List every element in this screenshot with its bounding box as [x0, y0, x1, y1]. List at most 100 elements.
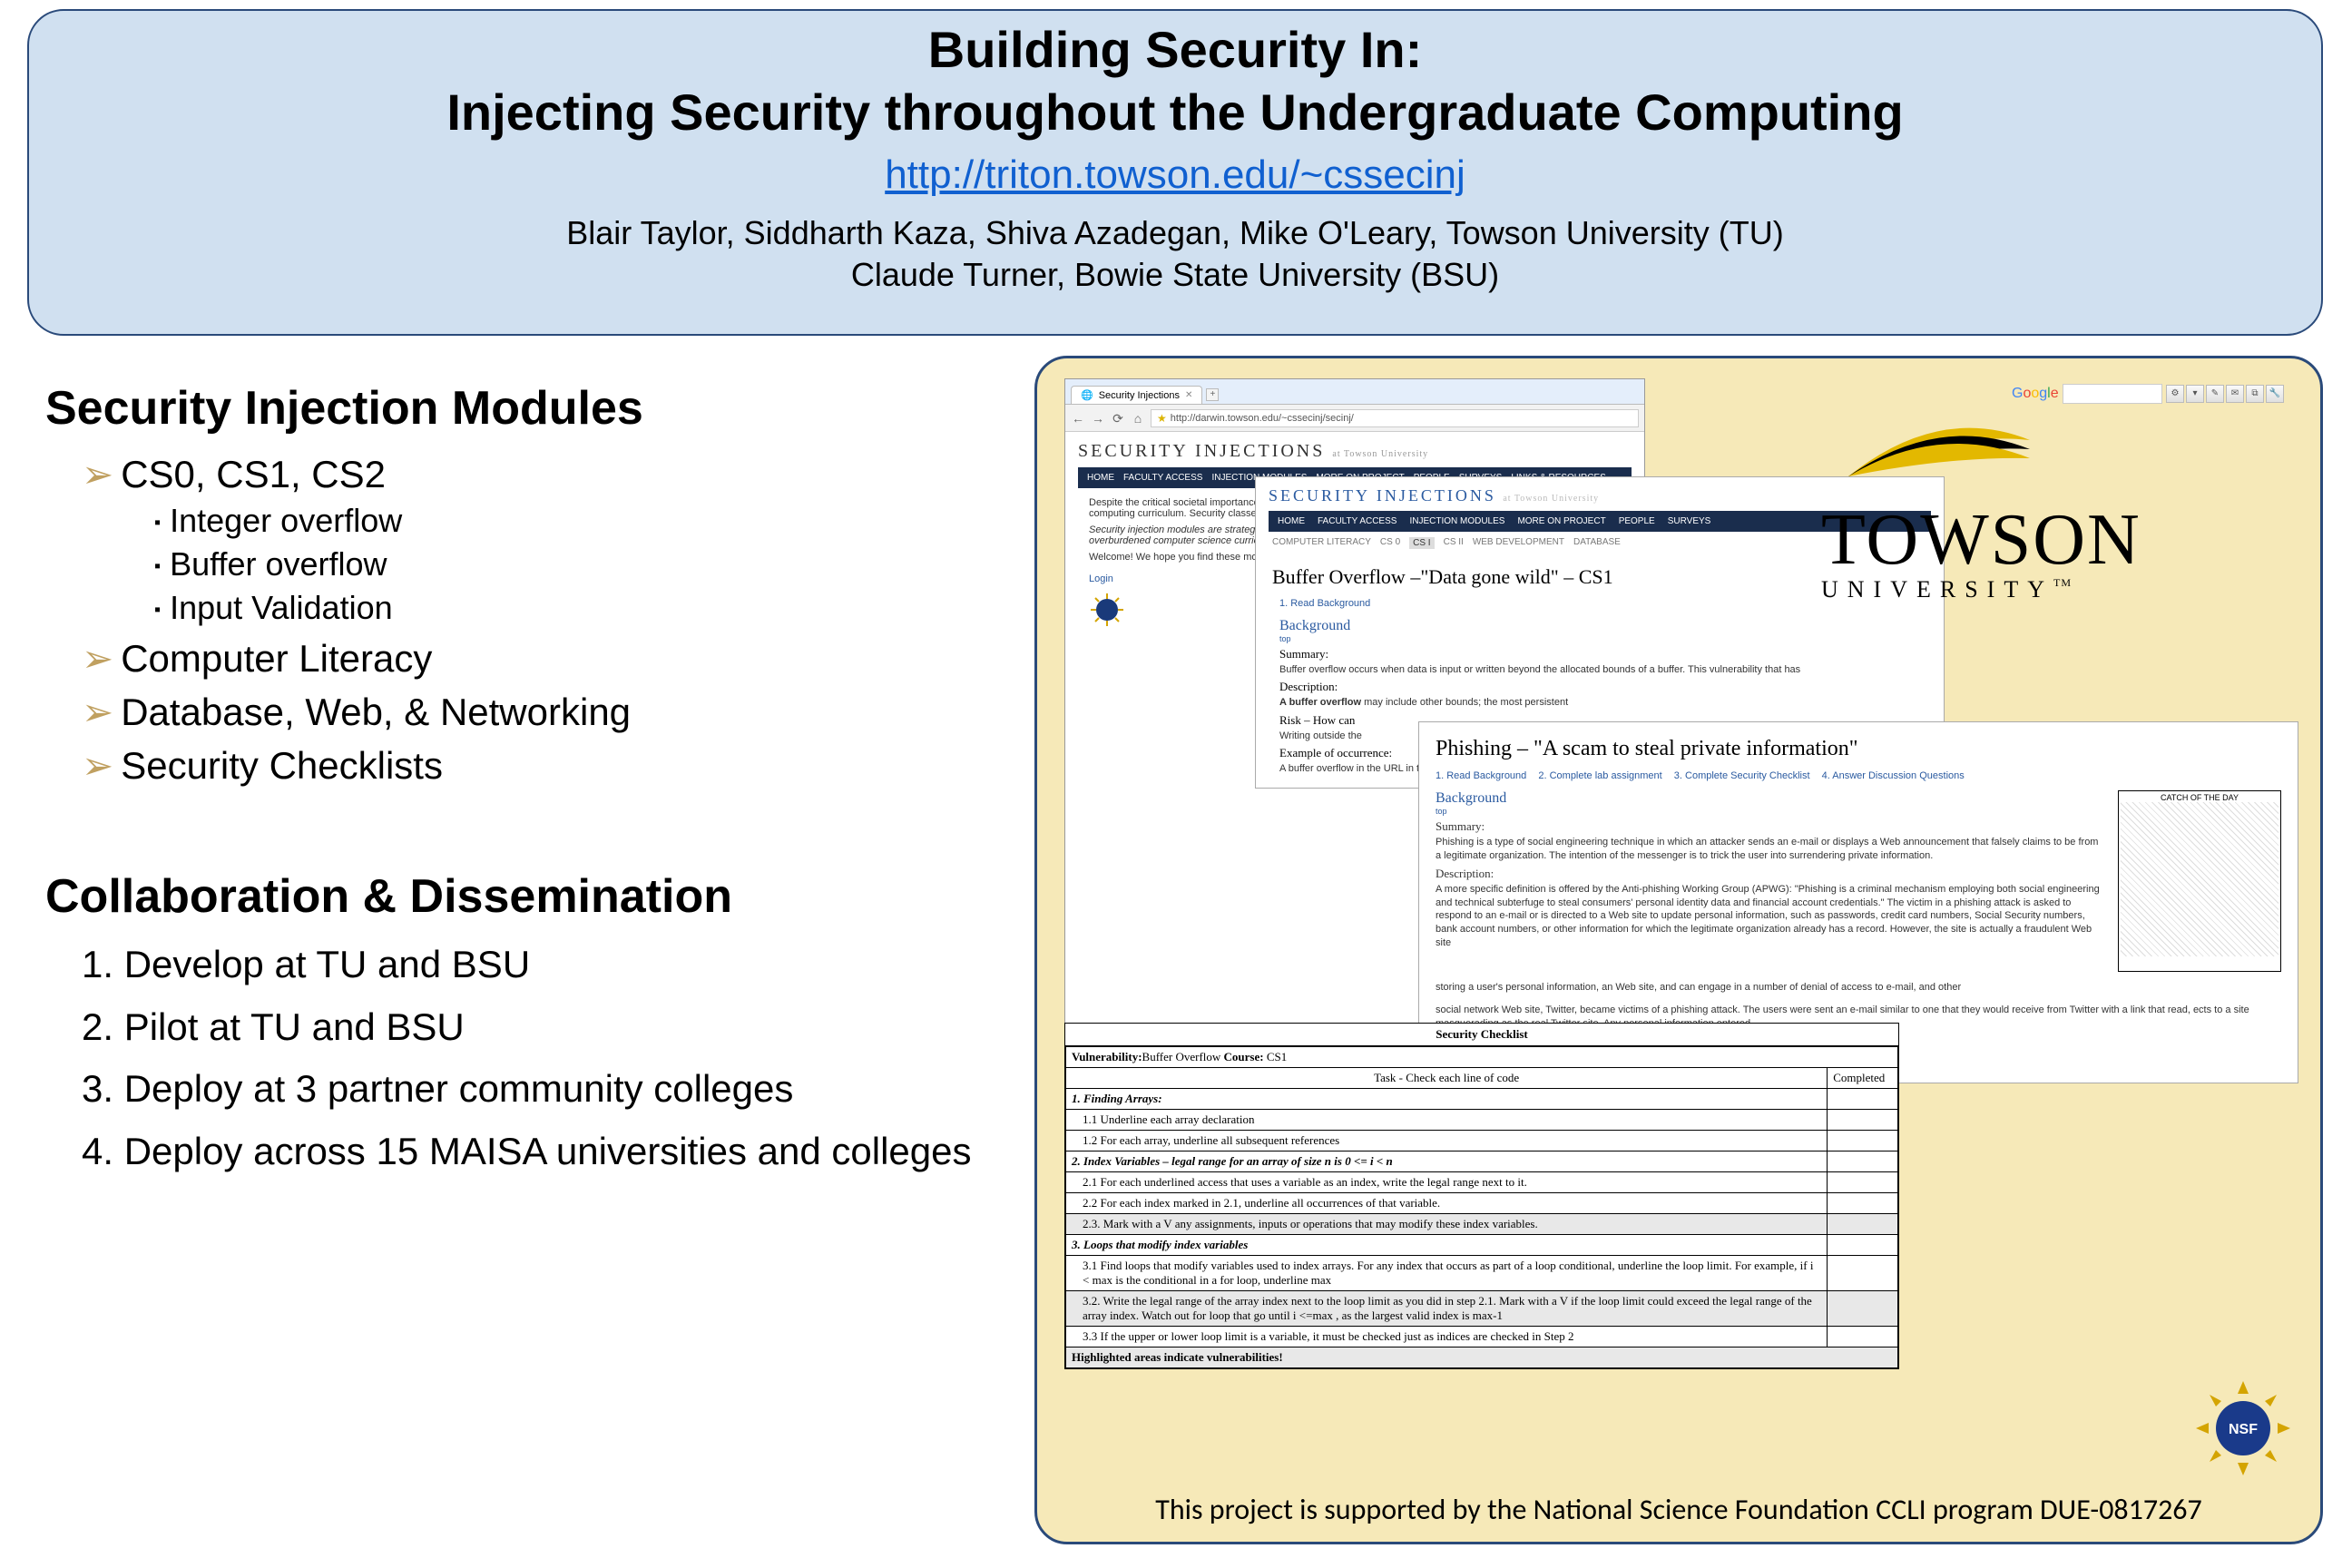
phish-steps: 1. Read Background 2. Complete lab assig… — [1436, 770, 2281, 781]
bullet-cs012: ➢CS0, CS1, CS2 — [82, 452, 1007, 496]
subnav-item[interactable]: DATABASE — [1573, 537, 1621, 549]
site-title-sub: at Towson University — [1332, 449, 1428, 459]
check-cell[interactable] — [1828, 1193, 1898, 1214]
check-cell[interactable] — [1828, 1214, 1898, 1235]
checklist-table: Vulnerability:Buffer Overflow Course: CS… — [1065, 1046, 1898, 1368]
step-link[interactable]: 3. Complete Security Checklist — [1674, 770, 1810, 781]
authors-line-2: Claude Turner, Bowie State University (B… — [29, 256, 2321, 294]
phish-extra-1: storing a user's personal information, a… — [1436, 981, 2281, 995]
modules-heading: Security Injection Modules — [45, 381, 1007, 436]
title-line-1: Building Security In: — [29, 20, 2321, 79]
checklist-title: Security Checklist — [1065, 1024, 1898, 1046]
checklist-meta: Vulnerability:Buffer Overflow Course: CS… — [1066, 1047, 1898, 1068]
security-checklist: Security Checklist Vulnerability:Buffer … — [1064, 1023, 1899, 1369]
item-2-2: 2.2 For each index marked in 2.1, underl… — [1066, 1193, 1828, 1214]
item-3-1: 3.1 Find loops that modify variables use… — [1066, 1256, 1828, 1291]
nav-item[interactable]: FACULTY ACCESS — [1123, 473, 1202, 483]
subbullet-intoverflow-label: Integer overflow — [170, 502, 402, 539]
collab-heading: Collaboration & Dissemination — [45, 869, 1007, 924]
phish-title: Phishing – "A scam to steal private info… — [1436, 737, 2281, 761]
nsf-mini-icon — [1089, 592, 1125, 628]
close-icon[interactable]: ✕ — [1185, 390, 1192, 400]
subnav-item[interactable]: WEB DEVELOPMENT — [1473, 537, 1564, 549]
nav-item[interactable]: FACULTY ACCESS — [1318, 516, 1396, 526]
vuln-value: Buffer Overflow — [1142, 1050, 1221, 1063]
back-icon[interactable]: ← — [1071, 411, 1085, 426]
step-link[interactable]: 2. Complete lab assignment — [1538, 770, 1661, 781]
description-text: A buffer overflow may include other boun… — [1279, 696, 1920, 709]
top-link[interactable]: top — [1436, 807, 2105, 816]
item-1-1: 1.1 Underline each array declaration — [1066, 1110, 1828, 1131]
subnav-item-active[interactable]: CS I — [1409, 537, 1434, 549]
sec-1: 1. Finding Arrays: — [1066, 1089, 1828, 1110]
nav-item[interactable]: MORE ON PROJECT — [1517, 516, 1605, 526]
phish-summary-h: Summary: — [1436, 819, 2105, 834]
tm-mark: TM — [2053, 576, 2072, 589]
towson-logo: TOWSON UNIVERSITYTM — [1821, 395, 2293, 603]
chevron-icon: ➢ — [82, 637, 113, 680]
reload-icon[interactable]: ⟳ — [1111, 411, 1125, 426]
new-tab-button[interactable]: + — [1206, 388, 1219, 401]
item-1-2: 1.2 For each array, underline all subseq… — [1066, 1131, 1828, 1152]
top-link[interactable]: top — [1279, 634, 1931, 643]
checklist-footer: Highlighted areas indicate vulnerabiliti… — [1066, 1348, 1898, 1368]
star-icon[interactable]: ★ — [1157, 412, 1167, 425]
nav-item[interactable]: SURVEYS — [1668, 516, 1711, 526]
project-url-link[interactable]: http://triton.towson.edu/~cssecinj — [885, 152, 1465, 198]
nsf-logo-icon: NSF — [2193, 1378, 2293, 1478]
check-cell[interactable] — [1828, 1291, 1898, 1327]
check-cell[interactable] — [1828, 1172, 1898, 1193]
globe-icon: 🌐 — [1081, 389, 1093, 401]
item-2-1: 2.1 For each underlined access that uses… — [1066, 1172, 1828, 1193]
url-text: http://darwin.towson.edu/~cssecinj/secin… — [1171, 413, 1354, 424]
check-cell[interactable] — [1828, 1327, 1898, 1348]
cartoon-placeholder — [2121, 802, 2278, 956]
nav-item[interactable]: INJECTION MODULES — [1409, 516, 1504, 526]
desc-rest: may include other bounds; the most persi… — [1364, 697, 1568, 708]
site2-title-main: SECURITY INJECTIONS — [1269, 486, 1496, 505]
home-icon[interactable]: ⌂ — [1131, 411, 1145, 426]
towson-text: TOWSON — [1821, 499, 2293, 582]
subnav-item[interactable]: CS 0 — [1380, 537, 1400, 549]
task-header: Task - Check each line of code — [1066, 1068, 1828, 1089]
chevron-icon: ➢ — [82, 691, 113, 733]
square-icon: ▪ — [154, 600, 161, 620]
check-cell[interactable] — [1828, 1256, 1898, 1291]
check-cell[interactable] — [1828, 1131, 1898, 1152]
subnav-item[interactable]: COMPUTER LITERACY — [1272, 537, 1371, 549]
nav-item[interactable]: PEOPLE — [1619, 516, 1655, 526]
phish-desc-t: A more specific definition is offered by… — [1436, 883, 2105, 950]
sec-3: 3. Loops that modify index variables — [1066, 1235, 1828, 1256]
site-title-main: SECURITY INJECTIONS — [1078, 441, 1325, 461]
bullet-complit: ➢Computer Literacy — [82, 636, 1007, 681]
title-line-2: Injecting Security throughout the Underg… — [29, 83, 2321, 142]
subbullet-bufoverflow-label: Buffer overflow — [170, 545, 387, 583]
browser-tab[interactable]: 🌐 Security Injections ✕ — [1071, 386, 1202, 404]
subbullet-inputval-label: Input Validation — [170, 589, 393, 626]
phish-text: Background top Summary: Phishing is a ty… — [1436, 790, 2105, 972]
step-link[interactable]: 1. Read Background — [1279, 598, 1370, 609]
sec-2: 2. Index Variables – legal range for an … — [1066, 1152, 1828, 1172]
towson-sub: UNIVERSITYTM — [1821, 576, 2293, 603]
step-1: 1. Develop at TU and BSU — [82, 940, 1007, 990]
step-link[interactable]: 1. Read Background — [1436, 770, 1526, 781]
bullet-cs012-label: CS0, CS1, CS2 — [121, 453, 386, 495]
bullet-checklists: ➢Security Checklists — [82, 743, 1007, 788]
subbullet-intoverflow: ▪Integer overflow — [154, 502, 1007, 540]
url-bar[interactable]: ★ http://darwin.towson.edu/~cssecinj/sec… — [1151, 409, 1639, 427]
forward-icon[interactable]: → — [1091, 411, 1105, 426]
catch-label: CATCH OF THE DAY — [2121, 793, 2278, 802]
summary-text: Buffer overflow occurs when data is inpu… — [1279, 663, 1920, 676]
nav-item[interactable]: HOME — [1087, 473, 1114, 483]
login-link[interactable]: Login — [1089, 573, 1113, 584]
bullet-checklists-label: Security Checklists — [121, 744, 443, 787]
title-box: Building Security In: Injecting Security… — [27, 9, 2323, 336]
step-link[interactable]: 4. Answer Discussion Questions — [1822, 770, 1965, 781]
nav-item[interactable]: HOME — [1278, 516, 1305, 526]
towson-sub-text: UNIVERSITY — [1821, 576, 2053, 603]
check-cell[interactable] — [1828, 1110, 1898, 1131]
phish-summary-t: Phishing is a type of social engineering… — [1436, 836, 2105, 863]
bullet-complit-label: Computer Literacy — [121, 637, 432, 680]
desc-bold: A buffer overflow — [1279, 697, 1361, 708]
subnav-item[interactable]: CS II — [1444, 537, 1464, 549]
